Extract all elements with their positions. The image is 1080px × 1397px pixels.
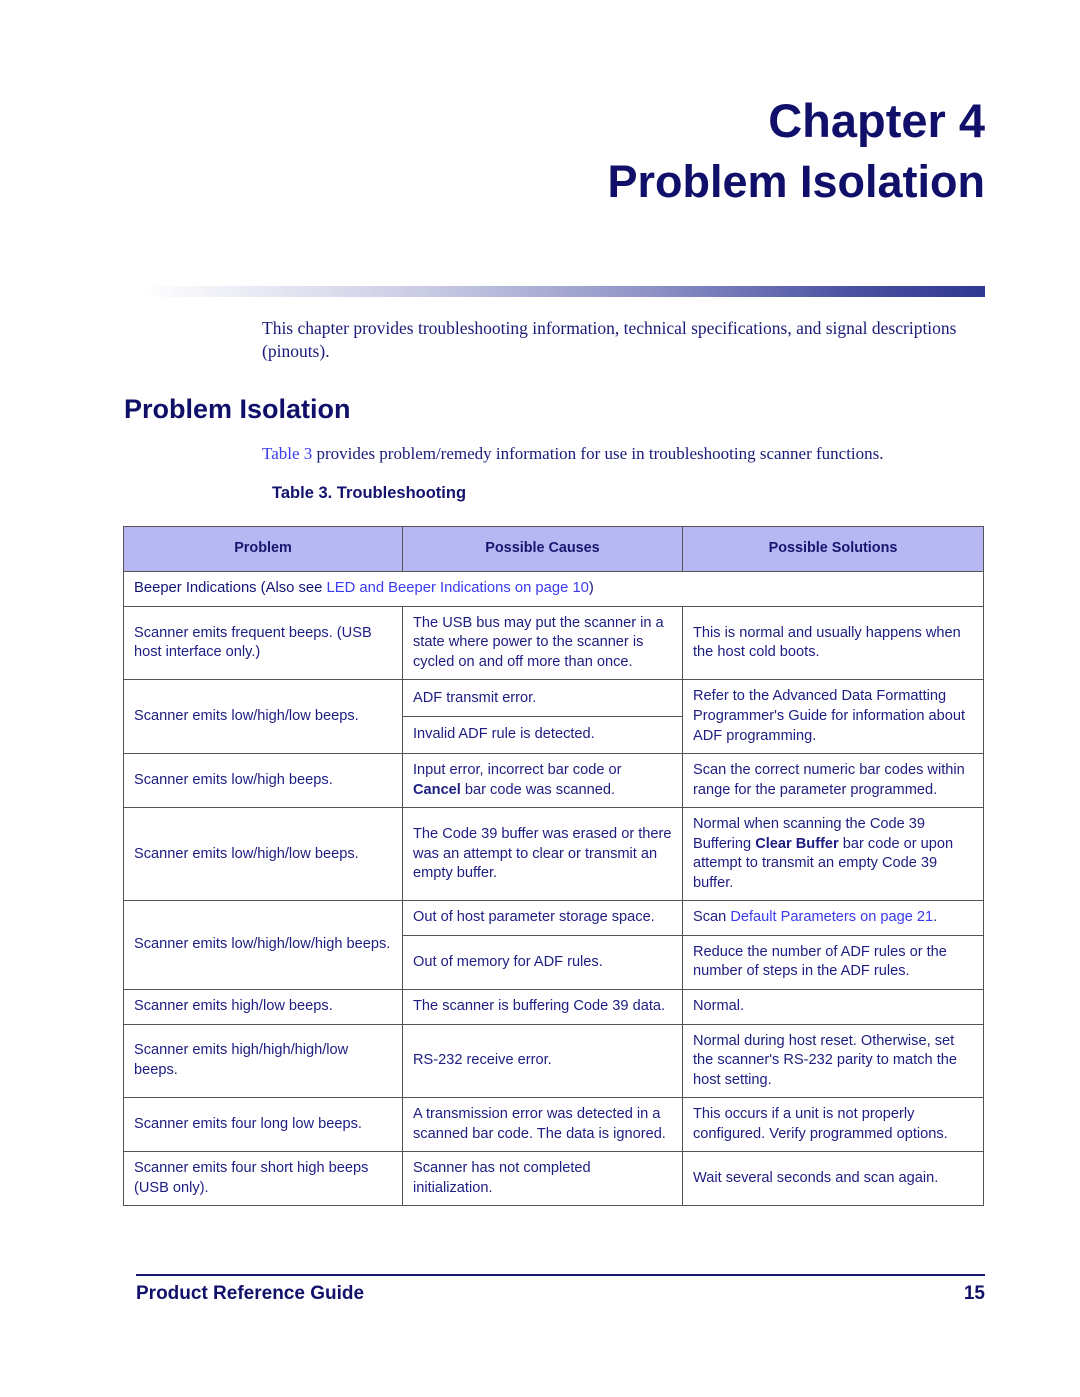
table-section-row: Beeper Indications (Also see LED and Bee…: [123, 571, 984, 607]
solution-suffix: .: [933, 909, 938, 926]
table-row: Scanner emits low/high/low/high beeps. O…: [123, 900, 984, 991]
cell-solution: Wait several seconds and scan again.: [682, 1151, 984, 1207]
table-caption: Table 3. Troubleshooting: [272, 484, 467, 502]
table-row: Scanner emits high/low beeps. The scanne…: [123, 989, 984, 1025]
cell-problem: Scanner emits four long low beeps.: [123, 1097, 403, 1153]
cell-cause: Out of host parameter storage space.: [402, 900, 683, 936]
cell-cause: The USB bus may put the scanner in a sta…: [402, 605, 683, 681]
chapter-title: Problem Isolation: [607, 155, 985, 207]
column-header-problem: Problem: [123, 526, 403, 572]
table-row: Scanner emits high/high/high/low beeps. …: [123, 1023, 984, 1099]
column-header-possible-causes: Possible Causes: [402, 526, 683, 572]
section-row-suffix: ): [588, 580, 594, 596]
clear-buffer-bold-term: Clear Buffer: [755, 835, 839, 852]
column-header-possible-solutions: Possible Solutions: [682, 526, 984, 572]
cell-cause: Scanner has not completed initialization…: [402, 1151, 683, 1207]
footer-guide-title: Product Reference Guide: [136, 1283, 365, 1304]
troubleshooting-table: Problem Possible Causes Possible Solutio…: [123, 526, 984, 1207]
cell-cause: Out of memory for ADF rules.: [402, 934, 683, 991]
cell-cause: Input error, incorrect bar code or Cance…: [402, 753, 683, 809]
cell-solution: Normal.: [682, 989, 984, 1025]
chapter-number: Chapter 4: [768, 94, 985, 147]
led-beeper-indications-link[interactable]: LED and Beeper Indications on page 10: [326, 580, 588, 596]
cause-suffix: bar code was scanned.: [460, 781, 615, 798]
cell-solution: Normal during host reset. Otherwise, set…: [682, 1023, 984, 1099]
cell-solution: Scan Default Parameters on page 21.: [682, 900, 984, 936]
table-row: Scanner emits four short high beeps (USB…: [123, 1151, 984, 1207]
cell-problem: Scanner emits four short high beeps (USB…: [123, 1151, 403, 1207]
table-row: Scanner emits frequent beeps. (USB host …: [123, 605, 984, 681]
cause-prefix: Input error, incorrect bar code or: [413, 762, 622, 779]
cell-problem: Scanner emits low/high/low/high beeps.: [123, 900, 403, 991]
table-head: Problem Possible Causes Possible Solutio…: [123, 526, 984, 572]
cell-problem: Scanner emits frequent beeps. (USB host …: [123, 605, 403, 681]
cell-problem: Scanner emits low/high/low beeps.: [123, 807, 403, 902]
table-intro-rest: provides problem/remedy information for …: [312, 444, 884, 463]
table-header-row: Problem Possible Causes Possible Solutio…: [123, 526, 984, 572]
default-parameters-link[interactable]: Default Parameters on page 21: [730, 909, 933, 925]
page-footer: Product Reference Guide 15: [136, 1283, 985, 1305]
cell-solution: This is normal and usually happens when …: [682, 605, 984, 681]
solution-prefix: Scan: [693, 909, 731, 926]
cell-cause: A transmission error was detected in a s…: [402, 1097, 683, 1153]
cell-solution: This occurs if a unit is not properly co…: [682, 1097, 984, 1153]
cell-cause: RS-232 receive error.: [402, 1023, 683, 1099]
troubleshooting-table-wrapper: Problem Possible Causes Possible Solutio…: [123, 526, 984, 1207]
cell-problem: Scanner emits high/high/high/low beeps.: [123, 1023, 403, 1099]
cell-problem: Scanner emits high/low beeps.: [123, 989, 403, 1025]
table-row: Scanner emits low/high/low beeps. The Co…: [123, 807, 984, 902]
cancel-bold-term: Cancel: [413, 781, 461, 798]
table-3-link[interactable]: Table 3: [262, 444, 312, 463]
footer-divider: [136, 1274, 985, 1276]
section-heading: Problem Isolation: [124, 394, 351, 424]
cell-cause: The scanner is buffering Code 39 data.: [402, 989, 683, 1025]
document-page: Chapter 4 Problem Isolation This chapter…: [0, 0, 1080, 1397]
table-intro-line: Table 3 provides problem/remedy informat…: [262, 443, 985, 465]
cell-solution: Reduce the number of ADF rules or the nu…: [682, 934, 984, 991]
table-row: Scanner emits low/high/low beeps. ADF tr…: [123, 679, 984, 755]
cell-solution: Refer to the Advanced Data Formatting Pr…: [682, 679, 984, 755]
cell-problem: Scanner emits low/high/low beeps.: [123, 679, 403, 755]
table-row: Scanner emits four long low beeps. A tra…: [123, 1097, 984, 1153]
section-row-prefix: Beeper Indications (Also see: [134, 580, 327, 596]
section-row-cell: Beeper Indications (Also see LED and Bee…: [123, 571, 984, 607]
cell-problem: Scanner emits low/high beeps.: [123, 753, 403, 809]
cell-cause: ADF transmit error.: [402, 679, 683, 718]
cell-solution: Scan the correct numeric bar codes withi…: [682, 753, 984, 809]
intro-paragraph: This chapter provides troubleshooting in…: [262, 318, 957, 362]
gradient-divider: [139, 286, 985, 297]
footer-page-number: 15: [963, 1283, 985, 1304]
cell-cause: Invalid ADF rule is detected.: [402, 716, 683, 755]
table-row: Scanner emits low/high beeps. Input erro…: [123, 753, 984, 809]
cell-cause: The Code 39 buffer was erased or there w…: [402, 807, 683, 902]
table-body: Beeper Indications (Also see LED and Bee…: [123, 571, 984, 1207]
cell-solution: Normal when scanning the Code 39 Bufferi…: [682, 807, 984, 902]
chapter-header: Chapter 4 Problem Isolation: [123, 94, 985, 207]
